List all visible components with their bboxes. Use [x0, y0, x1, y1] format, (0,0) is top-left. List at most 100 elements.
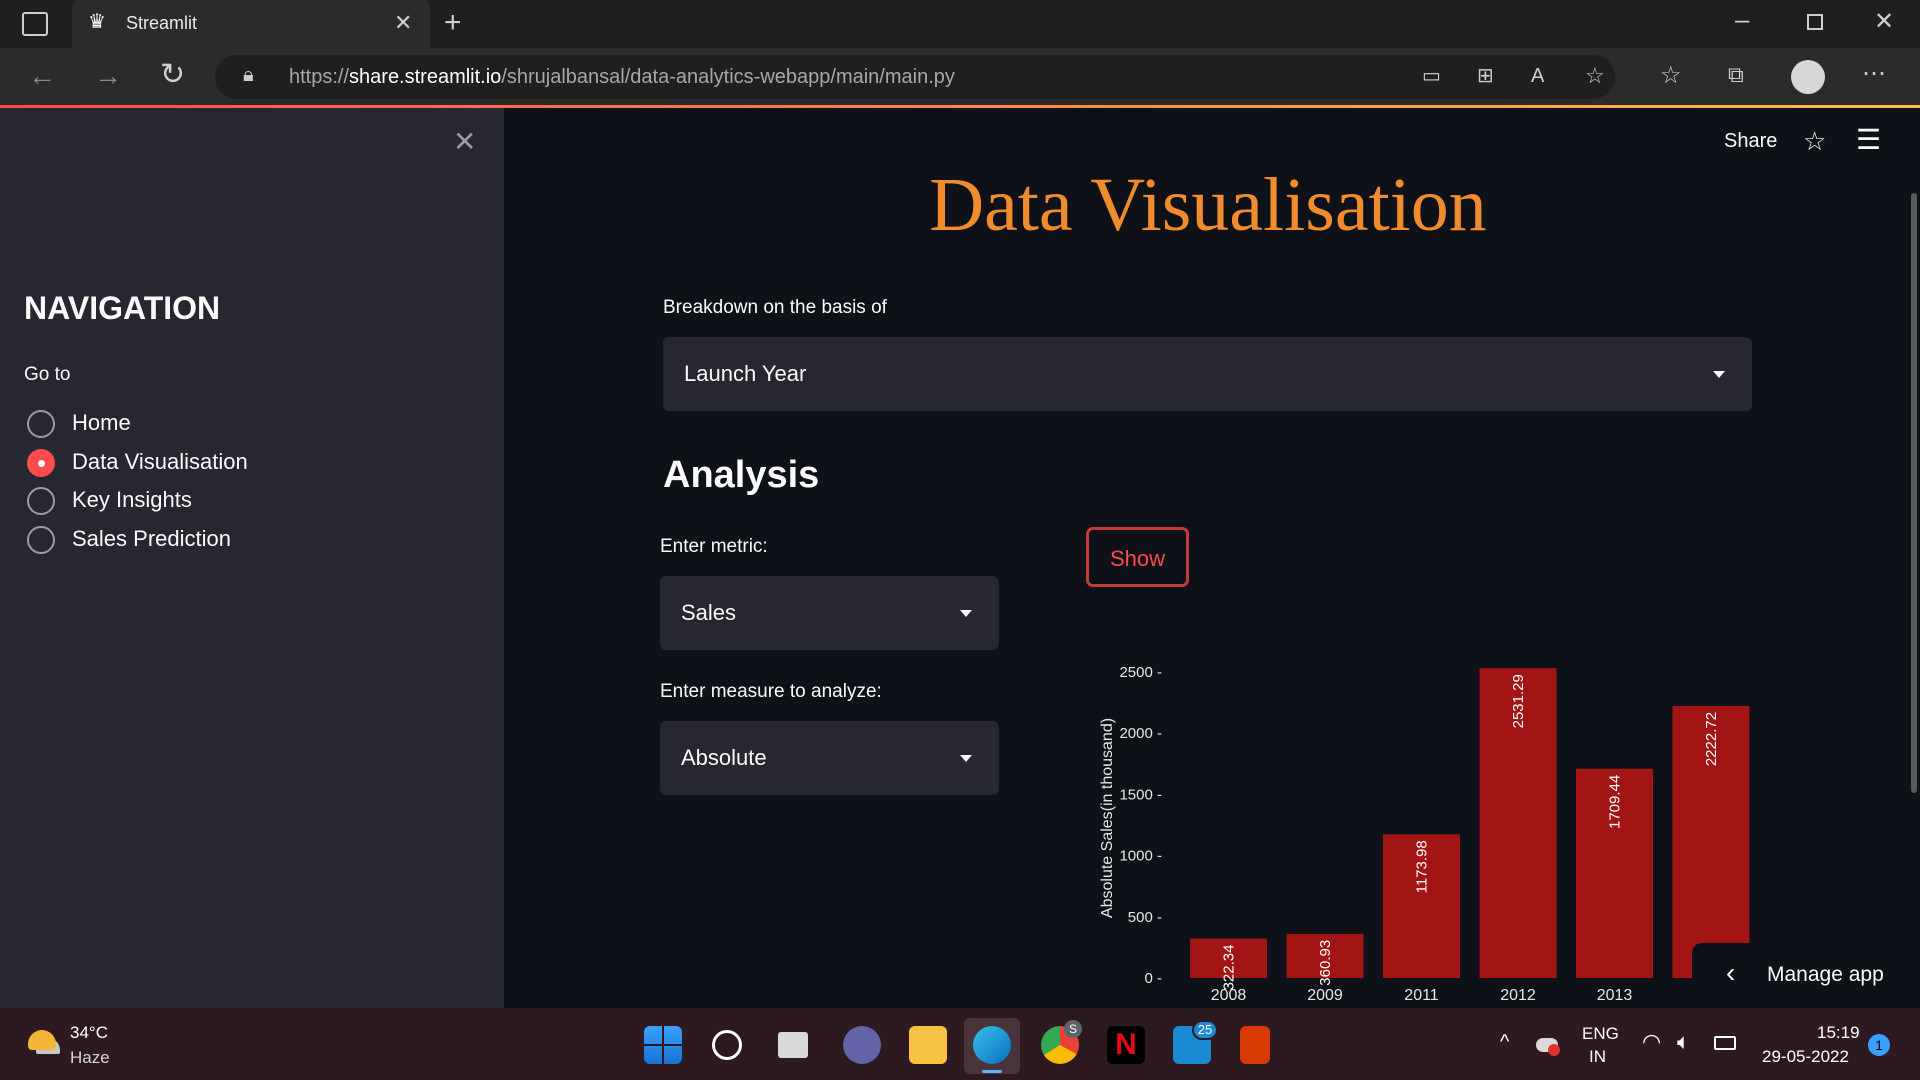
battery-icon[interactable] [1714, 1036, 1736, 1050]
weather-temp[interactable]: 34°C [70, 1023, 108, 1043]
search-icon[interactable] [712, 1030, 742, 1060]
edge-active-indicator [982, 1070, 1002, 1073]
device-icon[interactable]: ▭ [1422, 66, 1441, 86]
y-tick-label: 2000 - [1119, 725, 1162, 742]
metric-label: Enter metric: [660, 536, 768, 557]
streamlit-favicon: ♛ [88, 11, 106, 33]
breakdown-label: Breakdown on the basis of [663, 297, 887, 318]
page-title: Data Visualisation [929, 163, 1487, 247]
lock-icon[interactable]: 🔒︎ [243, 65, 254, 85]
weather-desc[interactable]: Haze [70, 1048, 110, 1068]
chevron-down-icon [960, 755, 972, 762]
close-window-icon[interactable]: ✕ [1874, 10, 1894, 34]
breakdown-select[interactable]: Launch Year [663, 337, 1752, 411]
bars: 322.342008 360.932009 1173.98 2011 2531.29 20… [1190, 668, 1750, 1004]
y-tick-label: 0 - [1144, 970, 1162, 987]
measure-label: Enter measure to analyze: [660, 681, 882, 702]
close-sidebar-icon[interactable]: ✕ [453, 128, 476, 156]
x-tick-label: 2009 [1307, 987, 1343, 1004]
lang-top[interactable]: ENG [1582, 1024, 1619, 1044]
radio-data-visualisation[interactable] [27, 449, 55, 477]
tab-actions-icon[interactable] [22, 12, 48, 36]
task-view-icon[interactable] [778, 1032, 808, 1058]
manage-app-button[interactable]: ‹ Manage app [1692, 943, 1920, 1008]
y-tick-label: 1000 - [1119, 848, 1162, 865]
add-favorite-icon[interactable]: ☆ [1585, 65, 1605, 87]
chrome-badge: S [1064, 1020, 1082, 1038]
metric-select[interactable]: Sales [660, 576, 999, 650]
x-tick-label: 2008 [1211, 987, 1247, 1004]
bar-value-label: 2222.72 [1703, 712, 1720, 766]
measure-select[interactable]: Absolute [660, 721, 999, 795]
sidebar-item-key-insights[interactable]: Key Insights [72, 487, 192, 513]
url-prefix: https:// [289, 66, 350, 88]
refresh-icon[interactable]: ↻ [160, 60, 185, 90]
hamburger-menu-icon[interactable]: ☰ [1856, 126, 1881, 154]
sidebar-item-data-visualisation[interactable]: Data Visualisation [72, 449, 248, 475]
new-tab-icon[interactable]: + [444, 8, 462, 38]
y-tick-label: 1500 - [1119, 786, 1162, 803]
volume-icon[interactable]: 🔈︎ [1677, 1031, 1690, 1053]
read-aloud-icon[interactable]: A [1531, 66, 1544, 86]
bar-value-label: 1173.98 [1414, 840, 1431, 893]
sidebar-item-sales-prediction[interactable]: Sales Prediction [72, 526, 231, 552]
chevron-left-icon: ‹ [1726, 957, 1736, 988]
url-host: share.streamlit.io [349, 66, 502, 88]
radio-home[interactable] [27, 410, 55, 438]
browser-tab[interactable]: ♛ Streamlit ✕ [72, 0, 430, 48]
minimize-icon[interactable]: – [1735, 6, 1749, 32]
x-tick-label: 2013 [1597, 987, 1633, 1004]
lang-bottom[interactable]: IN [1589, 1047, 1606, 1067]
breakdown-value: Launch Year [684, 361, 807, 386]
sidebar-heading: NAVIGATION [24, 290, 221, 326]
scrollbar-thumb[interactable] [1911, 193, 1917, 793]
more-menu-icon[interactable]: ⋯ [1862, 62, 1886, 86]
clock-date[interactable]: 29-05-2022 [1762, 1047, 1849, 1067]
collections-icon[interactable]: ⧉ [1728, 64, 1744, 86]
close-tab-icon[interactable]: ✕ [394, 12, 412, 34]
office-icon[interactable] [1240, 1026, 1270, 1064]
notification-badge[interactable]: 1 [1868, 1034, 1890, 1056]
sidebar-item-home[interactable]: Home [72, 410, 131, 436]
chevron-up-icon[interactable]: ^ [1500, 1032, 1509, 1052]
url-text[interactable]: https://share.streamlit.io/shrujalbansal… [289, 66, 955, 89]
goto-label: Go to [24, 364, 71, 385]
star-icon[interactable]: ☆ [1803, 128, 1826, 154]
apps-icon[interactable]: ⊞ [1477, 66, 1494, 86]
bar-value-label: 2531.29 [1510, 674, 1527, 728]
bar-chart: 0 -500 -1000 -1500 -2000 -2500 - 322.342… [1099, 664, 1750, 1004]
show-button-label: Show [1109, 546, 1166, 571]
share-button[interactable]: Share [1724, 130, 1777, 153]
y-axis: 0 - 500 - 1000 - 1500 - 2000 - 2500 - [1119, 664, 1162, 987]
clock-time[interactable]: 15:19 [1817, 1023, 1860, 1043]
file-explorer-icon[interactable] [909, 1026, 947, 1064]
tab-title: Streamlit [126, 13, 198, 33]
browser-tab-bar: ♛ Streamlit ✕ + – ✕ [0, 0, 1920, 48]
netflix-icon[interactable]: N [1107, 1026, 1145, 1064]
start-grid-h [644, 1044, 682, 1046]
address-bar[interactable]: 🔒︎ https://share.streamlit.io/shrujalban… [215, 55, 1615, 99]
y-tick-label: 2500 - [1119, 664, 1162, 681]
forward-icon[interactable]: → [94, 62, 122, 90]
radio-key-insights[interactable] [27, 487, 55, 515]
favorites-icon[interactable]: ☆ [1660, 64, 1682, 88]
radio-sales-prediction[interactable] [27, 526, 55, 554]
chevron-down-icon [1713, 371, 1725, 378]
taskbar [0, 1008, 1920, 1080]
edge-browser-icon[interactable] [973, 1026, 1011, 1064]
back-icon[interactable]: ← [28, 62, 56, 90]
metric-value: Sales [681, 600, 737, 625]
restore-icon[interactable] [1807, 14, 1823, 30]
chevron-down-icon [960, 610, 972, 617]
weather-icon[interactable] [28, 1030, 56, 1050]
profile-avatar[interactable] [1791, 60, 1825, 94]
teams-chat-icon[interactable] [843, 1026, 881, 1064]
analysis-heading: Analysis [663, 454, 820, 496]
url-path: /shrujalbansal/data-analytics-webapp/mai… [501, 66, 955, 88]
bar-value-label: 360.93 [1317, 940, 1334, 986]
bar-value-label: 1709.44 [1607, 775, 1624, 829]
wifi-icon[interactable]: ◠ [1642, 1031, 1661, 1053]
show-button[interactable]: Show [1086, 527, 1189, 587]
bar-value-label: 322.34 [1221, 945, 1238, 991]
x-tick-label: 2011 [1404, 987, 1439, 1004]
